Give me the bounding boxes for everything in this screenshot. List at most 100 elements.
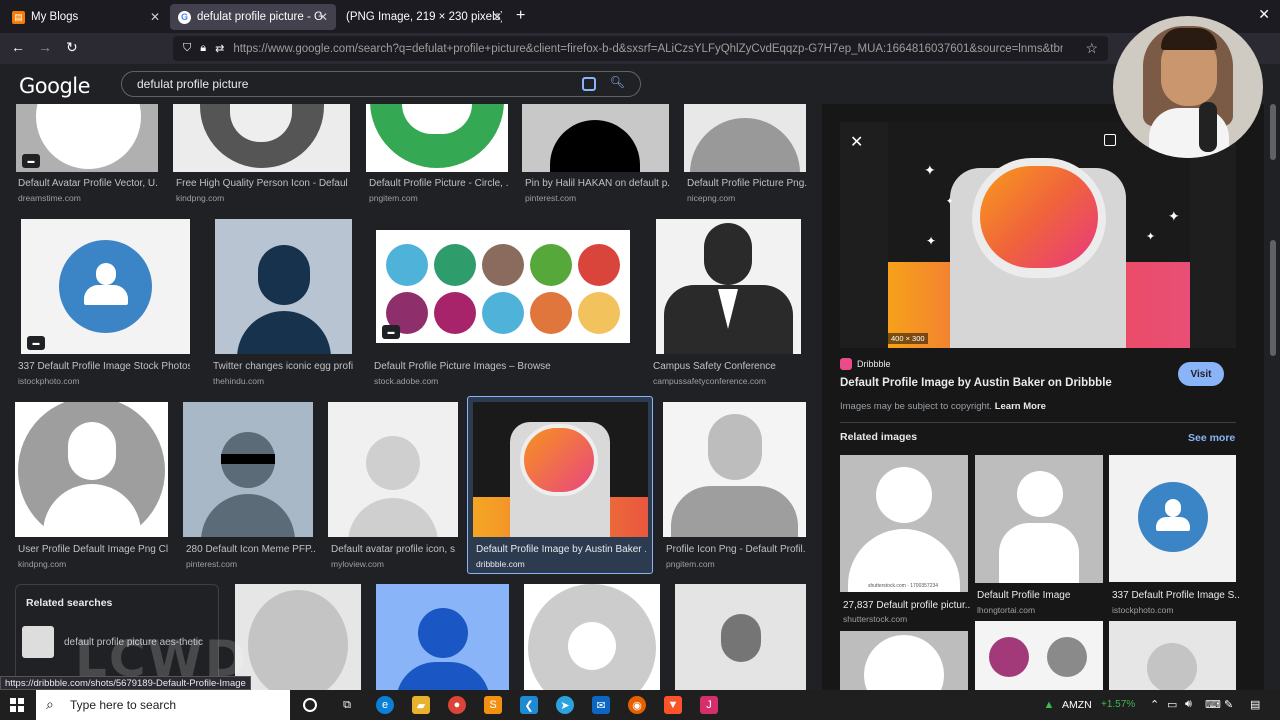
learn-more-link[interactable]: Learn More <box>995 401 1046 412</box>
result-title[interactable]: 337 Default Profile Image Stock Photos .… <box>18 361 190 372</box>
result-title[interactable]: Default Profile Picture - Circle, ... <box>369 178 509 189</box>
result-thumbnail[interactable] <box>328 402 458 537</box>
brave-icon[interactable]: ▼ <box>664 696 682 714</box>
volume-icon[interactable]: 🔊︎ <box>1185 698 1192 711</box>
google-logo[interactable]: Google <box>19 74 91 98</box>
back-icon[interactable]: ← <box>11 39 25 55</box>
result-thumbnail[interactable] <box>215 219 352 354</box>
result-title[interactable]: Default Profile Image by Austin Baker ..… <box>476 544 646 555</box>
task-view-icon[interactable]: ⧉ <box>338 696 356 714</box>
sublime-icon[interactable]: S <box>484 696 502 714</box>
related-thumbnail[interactable] <box>840 631 968 690</box>
cortana-icon[interactable] <box>303 698 317 712</box>
result-thumbnail[interactable] <box>15 402 168 537</box>
stock-ticker[interactable]: AMZN <box>1062 699 1092 711</box>
result-thumbnail[interactable] <box>684 104 806 172</box>
result-title[interactable]: Campus Safety Conference <box>653 361 803 372</box>
permissions-icon: ⇄ <box>215 43 225 55</box>
google-lens-icon[interactable] <box>1104 134 1116 146</box>
result-thumbnail[interactable] <box>675 584 806 690</box>
close-icon[interactable]: ✕ <box>850 132 863 152</box>
dribbble-icon <box>840 358 852 370</box>
tab-png-image[interactable]: (PNG Image, 219 × 230 pixels) ✕ <box>338 4 510 30</box>
firefox-icon[interactable]: ◉ <box>628 696 646 714</box>
close-tab-icon[interactable]: ✕ <box>492 10 502 24</box>
search-icon[interactable]: 🔍︎ <box>610 75 625 89</box>
result-thumbnail[interactable]: ▬ <box>376 230 630 343</box>
result-source: campussafetyconference.com <box>653 376 766 386</box>
related-title[interactable]: Default Profile Image <box>977 590 1105 601</box>
result-title[interactable]: User Profile Default Image Png Cl... <box>18 544 168 555</box>
new-tab-icon[interactable]: + <box>516 7 525 25</box>
image-badge-icon: ▬ <box>382 325 400 339</box>
telegram-icon[interactable]: ➤ <box>556 696 574 714</box>
result-thumbnail[interactable] <box>173 104 350 172</box>
result-thumbnail[interactable] <box>376 584 509 690</box>
result-source: istockphoto.com <box>18 376 80 386</box>
chrome-icon[interactable]: ● <box>448 696 466 714</box>
result-thumbnail[interactable]: ▬ <box>21 219 190 354</box>
close-tab-icon[interactable]: ✕ <box>318 10 328 24</box>
result-thumbnail[interactable] <box>524 584 660 690</box>
intellij-icon[interactable]: J <box>700 696 718 714</box>
window-close-icon[interactable]: ✕ <box>1258 6 1270 23</box>
see-more-link[interactable]: See more <box>1188 432 1235 444</box>
image-badge-icon: ▬ <box>22 154 40 168</box>
result-thumbnail[interactable] <box>183 402 313 537</box>
url-bar[interactable]: ⛉ 🔒︎ ⇄ https://www.google.com/search?q=d… <box>173 36 1108 61</box>
result-title[interactable]: Default avatar profile icon, s... <box>331 544 456 555</box>
close-tab-icon[interactable]: ✕ <box>150 10 160 24</box>
pen-icon[interactable]: ✎ <box>1224 698 1233 711</box>
show-hidden-icons-icon[interactable]: ⌃ <box>1150 698 1159 711</box>
windows-start-icon[interactable] <box>10 698 24 712</box>
forward-icon[interactable]: → <box>38 39 52 55</box>
google-lens-icon[interactable] <box>582 77 596 91</box>
result-title[interactable]: Twitter changes iconic egg profi... <box>213 361 353 372</box>
network-icon[interactable]: ▭ <box>1167 698 1177 711</box>
related-thumbnail[interactable] <box>1109 621 1236 690</box>
taskbar-search-box[interactable]: ⌕ Type here to search <box>36 690 290 720</box>
image-dimensions-label: 400 × 300 <box>888 333 928 344</box>
tab-my-blogs[interactable]: ▤ My Blogs ✕ <box>4 4 168 30</box>
scrollbar-thumb[interactable] <box>1270 104 1276 160</box>
image-results-grid: ▬ Default Avatar Profile Vector, U... dr… <box>0 104 822 690</box>
notifications-icon[interactable]: ▤ <box>1250 698 1260 711</box>
page-scrollbar[interactable] <box>1268 104 1280 690</box>
result-thumbnail[interactable] <box>522 104 669 172</box>
result-title[interactable]: Default Avatar Profile Vector, U... <box>18 178 158 189</box>
result-source: pinterest.com <box>186 559 238 569</box>
reload-icon[interactable]: ↻ <box>66 39 78 56</box>
result-thumbnail[interactable] <box>656 219 801 354</box>
vscode-icon[interactable]: ❮ <box>520 696 538 714</box>
result-title[interactable]: Pin by Halil HAKAN on default p... <box>525 178 670 189</box>
result-title[interactable]: Free High Quality Person Icon - Default … <box>176 178 348 189</box>
bookmark-star-icon[interactable]: ☆ <box>1085 40 1098 57</box>
source-site[interactable]: Dribbble <box>840 358 891 370</box>
astronaut-illustration[interactable]: ✦ ✦ ✦ ✦ ✦ <box>888 122 1190 348</box>
result-thumbnail[interactable]: ▬ <box>16 104 158 172</box>
result-thumbnail[interactable] <box>235 584 361 690</box>
mail-icon[interactable]: ✉ <box>592 696 610 714</box>
related-title[interactable]: 337 Default Profile Image S... <box>1112 590 1239 601</box>
language-icon[interactable]: ⌨ <box>1205 698 1221 711</box>
result-thumbnail[interactable] <box>663 402 806 537</box>
tab-google-search[interactable]: G defulat profile picture - Google Searc… <box>170 4 336 30</box>
related-thumbnail[interactable] <box>1109 455 1236 582</box>
result-title[interactable]: Default Profile Picture Images – Browse … <box>374 361 554 372</box>
result-thumbnail[interactable] <box>366 104 508 172</box>
search-input[interactable]: defulat profile picture 🔍︎ <box>121 71 641 97</box>
result-title[interactable]: Default Profile Picture Png... <box>687 178 807 189</box>
scrollbar-thumb[interactable] <box>1270 240 1276 356</box>
result-title[interactable]: 280 Default Icon Meme PFP... <box>186 544 316 555</box>
result-thumbnail[interactable] <box>473 402 648 537</box>
related-title[interactable]: 27,837 Default profile pictur... <box>843 600 971 611</box>
related-thumbnail[interactable] <box>975 455 1103 583</box>
visit-button[interactable]: Visit <box>1178 362 1224 386</box>
preview-title[interactable]: Default Profile Image by Austin Baker on… <box>840 377 1112 389</box>
related-thumbnail[interactable] <box>975 621 1103 690</box>
result-source: stock.adobe.com <box>374 376 439 386</box>
edge-icon[interactable]: e <box>376 696 394 714</box>
result-title[interactable]: Profile Icon Png - Default Profil... <box>666 544 806 555</box>
file-explorer-icon[interactable]: ▰ <box>412 696 430 714</box>
related-thumbnail[interactable]: shutterstock.com · 1700357234 <box>840 455 968 592</box>
